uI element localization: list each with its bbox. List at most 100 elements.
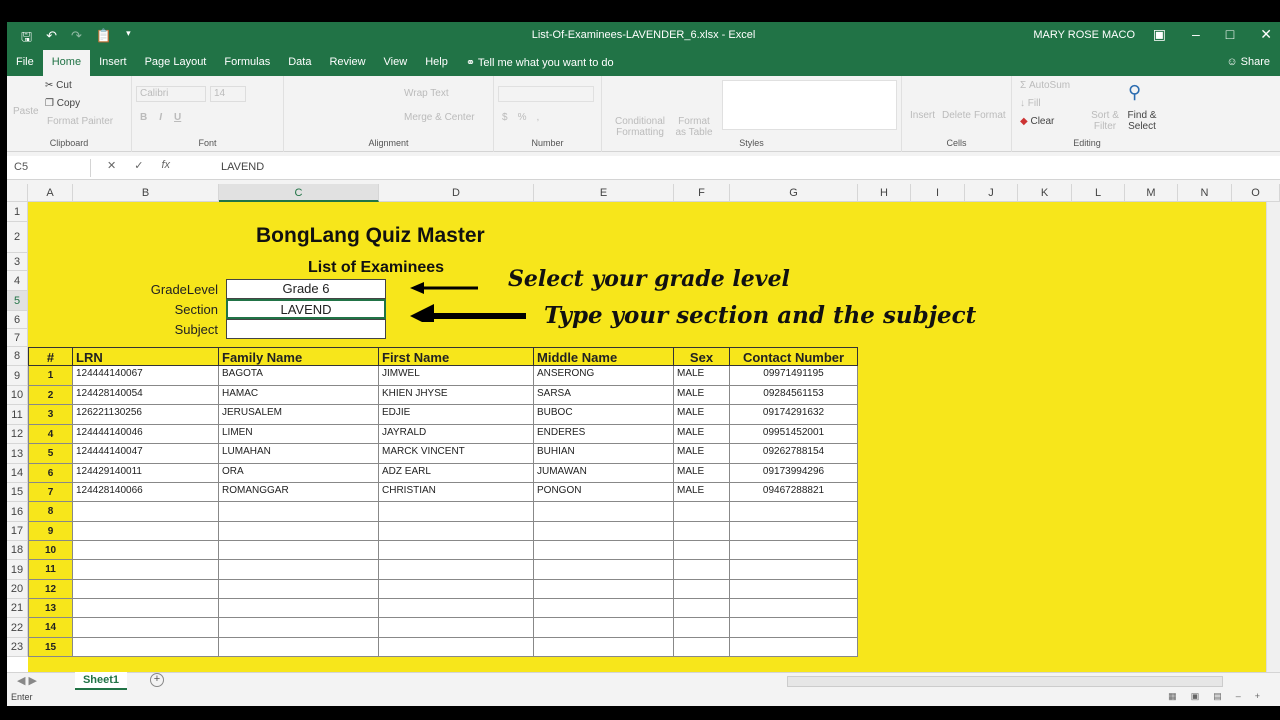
middle-name-cell[interactable]: PONGON bbox=[534, 483, 674, 502]
row-header[interactable]: 19 bbox=[7, 560, 28, 580]
row-header[interactable]: 20 bbox=[7, 580, 28, 599]
contact-number-cell[interactable] bbox=[730, 541, 858, 560]
cut-button[interactable]: ✂ Cut bbox=[45, 80, 72, 91]
contact-number-cell[interactable] bbox=[730, 560, 858, 580]
conditional-formatting-button[interactable]: Conditional Formatting bbox=[612, 116, 668, 138]
row-header[interactable]: 23 bbox=[7, 638, 28, 657]
column-header[interactable]: K bbox=[1018, 184, 1072, 202]
close-icon[interactable]: ✕ bbox=[1260, 26, 1272, 43]
sex-cell[interactable]: MALE bbox=[674, 366, 730, 386]
tab-formulas[interactable]: Formulas bbox=[215, 50, 279, 76]
tab-help[interactable]: Help bbox=[416, 50, 457, 76]
middle-name-cell[interactable] bbox=[534, 522, 674, 541]
row-number[interactable]: 8 bbox=[28, 502, 73, 522]
sex-cell[interactable] bbox=[674, 522, 730, 541]
row-number[interactable]: 10 bbox=[28, 541, 73, 560]
find-select-button[interactable]: Find & Select bbox=[1122, 110, 1162, 132]
row-header[interactable]: 16 bbox=[7, 502, 28, 522]
first-name-cell[interactable] bbox=[379, 599, 534, 618]
family-name-cell[interactable]: LIMEN bbox=[219, 425, 379, 444]
contact-number-cell[interactable]: 09971491195 bbox=[730, 366, 858, 386]
column-header[interactable]: E bbox=[534, 184, 674, 202]
font-size-select[interactable]: 14 bbox=[210, 86, 246, 102]
section-input[interactable]: LAVEND bbox=[226, 299, 386, 319]
family-name-cell[interactable]: HAMAC bbox=[219, 386, 379, 405]
sex-cell[interactable] bbox=[674, 580, 730, 599]
zoom-out-icon[interactable]: – bbox=[1236, 691, 1241, 702]
first-name-cell[interactable] bbox=[379, 522, 534, 541]
wrap-text-button[interactable]: Wrap Text bbox=[404, 88, 449, 99]
middle-name-cell[interactable] bbox=[534, 580, 674, 599]
minimize-icon[interactable]: – bbox=[1192, 26, 1200, 43]
row-number[interactable]: 4 bbox=[28, 425, 73, 444]
share-button[interactable]: ☺ Share bbox=[1226, 56, 1270, 68]
contact-number-cell[interactable]: 09284561153 bbox=[730, 386, 858, 405]
lrn-cell[interactable] bbox=[73, 580, 219, 599]
row-number[interactable]: 3 bbox=[28, 405, 73, 425]
tab-page-layout[interactable]: Page Layout bbox=[136, 50, 216, 76]
family-name-cell[interactable]: BAGOTA bbox=[219, 366, 379, 386]
family-name-cell[interactable] bbox=[219, 638, 379, 657]
underline-icon[interactable]: U bbox=[174, 112, 181, 123]
currency-icon[interactable]: $ bbox=[502, 112, 508, 123]
row-header[interactable]: 18 bbox=[7, 541, 28, 560]
tab-data[interactable]: Data bbox=[279, 50, 320, 76]
lrn-cell[interactable] bbox=[73, 618, 219, 638]
delete-cells-button[interactable]: Delete bbox=[942, 110, 971, 121]
sex-cell[interactable]: MALE bbox=[674, 464, 730, 483]
row-header[interactable]: 1 bbox=[7, 202, 28, 222]
first-name-cell[interactable] bbox=[379, 618, 534, 638]
lrn-cell[interactable] bbox=[73, 638, 219, 657]
middle-name-cell[interactable]: BUHIAN bbox=[534, 444, 674, 464]
contact-number-cell[interactable] bbox=[730, 618, 858, 638]
middle-name-cell[interactable] bbox=[534, 638, 674, 657]
tab-view[interactable]: View bbox=[375, 50, 417, 76]
lrn-cell[interactable] bbox=[73, 560, 219, 580]
row-number[interactable]: 11 bbox=[28, 560, 73, 580]
tell-me-search[interactable]: ⚭ Tell me what you want to do bbox=[457, 50, 623, 76]
row-header[interactable]: 22 bbox=[7, 618, 28, 638]
family-name-cell[interactable]: JERUSALEM bbox=[219, 405, 379, 425]
row-number[interactable]: 15 bbox=[28, 638, 73, 657]
copy-button[interactable]: ❐ Copy bbox=[45, 98, 80, 109]
contact-number-cell[interactable] bbox=[730, 522, 858, 541]
sex-cell[interactable] bbox=[674, 638, 730, 657]
autosum-button[interactable]: Σ AutoSum bbox=[1020, 80, 1070, 91]
sex-cell[interactable]: MALE bbox=[674, 444, 730, 464]
first-name-cell[interactable]: CHRISTIAN bbox=[379, 483, 534, 502]
family-name-cell[interactable] bbox=[219, 522, 379, 541]
format-as-table-button[interactable]: Format as Table bbox=[672, 116, 716, 138]
row-header[interactable]: 15 bbox=[7, 483, 28, 502]
lrn-cell[interactable] bbox=[73, 599, 219, 618]
sex-cell[interactable]: MALE bbox=[674, 483, 730, 502]
lrn-cell[interactable]: 124444140046 bbox=[73, 425, 219, 444]
row-number[interactable]: 9 bbox=[28, 522, 73, 541]
middle-name-cell[interactable]: JUMAWAN bbox=[534, 464, 674, 483]
middle-name-cell[interactable]: ANSERONG bbox=[534, 366, 674, 386]
contact-number-cell[interactable]: 09467288821 bbox=[730, 483, 858, 502]
format-painter-button[interactable]: Format Painter bbox=[47, 116, 113, 127]
sex-cell[interactable] bbox=[674, 618, 730, 638]
row-header[interactable]: 6 bbox=[7, 311, 28, 329]
sex-cell[interactable]: MALE bbox=[674, 425, 730, 444]
tab-nav-icon[interactable]: ◀ ▶ bbox=[17, 674, 37, 687]
column-header[interactable]: F bbox=[674, 184, 730, 202]
select-all-corner[interactable] bbox=[7, 184, 28, 202]
middle-name-cell[interactable] bbox=[534, 560, 674, 580]
row-header[interactable]: 11 bbox=[7, 405, 28, 425]
row-header[interactable]: 9 bbox=[7, 366, 28, 386]
tab-home[interactable]: Home bbox=[42, 50, 91, 76]
first-name-cell[interactable]: JAYRALD bbox=[379, 425, 534, 444]
sex-cell[interactable] bbox=[674, 502, 730, 522]
format-cells-button[interactable]: Format bbox=[974, 110, 1006, 121]
lrn-cell[interactable] bbox=[73, 541, 219, 560]
name-box[interactable]: C5 bbox=[9, 159, 91, 177]
font-name-select[interactable]: Calibri bbox=[136, 86, 206, 102]
column-header[interactable]: N bbox=[1178, 184, 1232, 202]
row-header[interactable]: 7 bbox=[7, 329, 28, 347]
middle-name-cell[interactable] bbox=[534, 618, 674, 638]
family-name-cell[interactable] bbox=[219, 560, 379, 580]
vertical-scrollbar[interactable] bbox=[1266, 202, 1280, 672]
first-name-cell[interactable]: KHIEN JHYSE bbox=[379, 386, 534, 405]
fill-button[interactable]: ↓ Fill bbox=[1020, 98, 1041, 109]
